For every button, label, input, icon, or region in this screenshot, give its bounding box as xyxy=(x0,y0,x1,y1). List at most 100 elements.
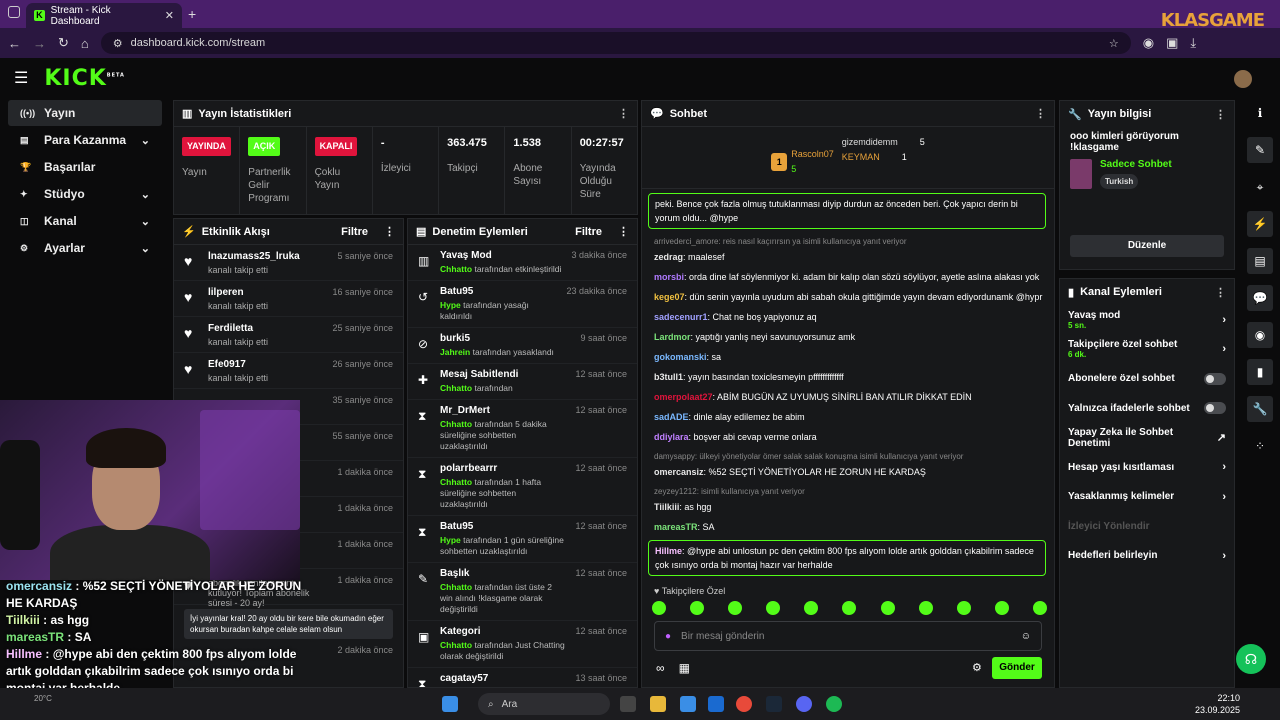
modlog-row[interactable]: ▣ Kategori Chhatto tarafından Just Chattin… xyxy=(408,621,637,668)
chat-input[interactable]: ● Bir mesaj gönderin ☺ xyxy=(654,621,1042,651)
emote-icon[interactable] xyxy=(652,601,666,615)
explorer-icon[interactable] xyxy=(650,696,666,712)
chat-username[interactable]: Lardmor xyxy=(654,332,691,342)
channel-action-row[interactable]: Hedefleri belirleyin › xyxy=(1060,541,1234,571)
modlog-actor[interactable]: Chhatto xyxy=(440,582,472,592)
chat-menu-icon[interactable]: ⋮ xyxy=(1035,107,1046,120)
user-avatar[interactable] xyxy=(1234,70,1252,88)
chevron-right-icon[interactable]: › xyxy=(1222,343,1226,355)
chat-username[interactable]: gokomanski xyxy=(654,352,707,362)
emote-icon[interactable] xyxy=(994,601,1009,615)
chevron-down-icon[interactable]: ⌄ xyxy=(141,134,150,147)
chat-settings-icon[interactable]: ⚙ xyxy=(972,661,982,674)
new-tab-icon[interactable]: + xyxy=(188,6,196,22)
channel-actions-menu-icon[interactable]: ⋮ xyxy=(1215,286,1226,299)
taskbar-clock[interactable]: 22:10 23.09.2025 xyxy=(1195,692,1240,716)
emote-icon[interactable] xyxy=(918,601,933,615)
modlog-row[interactable]: ↺ Batu95 Hype tarafından yasağı kaldırıldı… xyxy=(408,281,637,328)
chat-username[interactable]: zedrag xyxy=(654,252,683,262)
emote-icon[interactable] xyxy=(1032,601,1047,615)
channel-action-row[interactable]: Yapay Zeka ile Sohbet Denetimi ↗ xyxy=(1060,423,1234,453)
reload-icon[interactable]: ↻ xyxy=(58,35,69,51)
chat-username[interactable]: b3tull1 xyxy=(654,372,683,382)
activity-row[interactable]: ♥ lnazumass25_lruka kanalı takip etti 5 san… xyxy=(174,245,403,281)
kick-logo[interactable]: KICKBETA xyxy=(44,66,125,91)
chat-username[interactable]: morsbi xyxy=(654,272,684,282)
toggle-switch[interactable] xyxy=(1204,402,1226,415)
modlog-row[interactable]: ⧗ cagatay574muhammed tarafından 5 dakika … xyxy=(408,668,637,687)
nav-item-5[interactable]: ⚙ Ayarlar ⌄ xyxy=(8,235,162,261)
chat-message[interactable]: mareasTR: SA xyxy=(654,520,1044,534)
modlog-actor[interactable]: Jahrein xyxy=(440,347,470,357)
modlog-row[interactable]: ✎ Başlık Chhatto tarafından üst üste 2 win… xyxy=(408,563,637,621)
log-rail-icon[interactable]: ▤ xyxy=(1247,248,1273,274)
emote-icon[interactable] xyxy=(728,601,743,615)
modlog-actor[interactable]: Chhatto xyxy=(440,640,472,650)
activity-row[interactable]: ♥ Ferdiletta kanalı takip etti 25 saniye ön… xyxy=(174,317,403,353)
hamburger-menu-icon[interactable]: ☰ xyxy=(14,68,28,88)
chevron-right-icon[interactable]: › xyxy=(1222,314,1226,326)
send-button[interactable]: Gönder xyxy=(992,657,1042,679)
actions-rail-icon[interactable]: ▮ xyxy=(1247,359,1273,385)
support-bubble-icon[interactable]: ☊ xyxy=(1236,644,1266,674)
info-icon[interactable]: ℹ xyxy=(1247,100,1273,126)
edit-button[interactable]: Düzenle xyxy=(1070,235,1224,257)
chat-username[interactable]: mareasTR xyxy=(654,522,698,532)
back-icon[interactable]: ← xyxy=(8,36,21,51)
focus-icon[interactable]: ⌖ xyxy=(1247,174,1273,200)
language-tag[interactable]: Turkish xyxy=(1100,174,1139,189)
taskview-icon[interactable] xyxy=(620,696,636,712)
activity-menu-icon[interactable]: ⋮ xyxy=(384,225,395,238)
browser-tab[interactable]: K Stream - Kick Dashboard ✕ xyxy=(26,3,182,28)
chat-message[interactable]: ddiylara: boşver abi cevap verme onlara xyxy=(654,430,1044,444)
extension-icon[interactable]: ◉ xyxy=(1143,35,1154,51)
channel-action-row[interactable]: Abonelere özel sohbet xyxy=(1060,364,1234,394)
edit-icon[interactable]: ✎ xyxy=(1247,137,1273,163)
gifter-row[interactable]: gizemdidemm 5 xyxy=(842,135,925,150)
steam-icon[interactable] xyxy=(766,696,782,712)
emote-icon[interactable] xyxy=(766,601,781,615)
modlog-actor[interactable]: Chhatto xyxy=(440,383,472,393)
close-tab-icon[interactable]: ✕ xyxy=(165,9,174,22)
modlog-filter-button[interactable]: Filtre xyxy=(575,226,602,238)
chevron-right-icon[interactable]: › xyxy=(1222,550,1226,562)
nav-item-4[interactable]: ◫ Kanal ⌄ xyxy=(8,208,162,234)
chat-message[interactable]: omerpolaat27: ABİM BUGÜN AZ UYUMUŞ SİNİR… xyxy=(654,390,1044,404)
chat-message[interactable]: damysappy: ülkeyi yönetiyolar ömer salak… xyxy=(654,450,1044,479)
discord-icon[interactable] xyxy=(796,696,812,712)
modlog-actor[interactable]: Hype xyxy=(440,535,461,545)
forward-icon[interactable]: → xyxy=(33,36,46,51)
emote-icon[interactable] xyxy=(804,601,819,615)
broadcast-rail-icon[interactable]: ◉ xyxy=(1247,322,1273,348)
channel-action-row[interactable]: Yavaş mod 5 sn. › xyxy=(1060,305,1234,335)
modlog-menu-icon[interactable]: ⋮ xyxy=(618,225,629,238)
home-icon[interactable]: ⌂ xyxy=(81,36,89,51)
site-info-icon[interactable]: ⚙ xyxy=(113,37,123,50)
nav-item-2[interactable]: 🏆 Başarılar xyxy=(8,154,162,180)
chat-message[interactable]: Lardmor: yaptığı yanlış neyi savunuyorsu… xyxy=(654,330,1044,344)
stream-info-menu-icon[interactable]: ⋮ xyxy=(1215,108,1226,121)
nav-item-1[interactable]: ▤ Para Kazanma ⌄ xyxy=(8,127,162,153)
store-app-icon[interactable] xyxy=(680,696,696,712)
modlog-row[interactable]: ⧗ Mr_DrMert Chhatto tarafından 5 dakika sü… xyxy=(408,400,637,458)
chat-message[interactable]: morsbi: orda dine laf söylenmiyor ki. ad… xyxy=(654,270,1044,284)
activity-row[interactable]: ♥ lilperen kanalı takip etti 16 saniye önce xyxy=(174,281,403,317)
stats-menu-icon[interactable]: ⋮ xyxy=(618,107,629,120)
modlog-row[interactable]: ⊘ burki5 Jahrein tarafından yasaklandı 9 sa… xyxy=(408,328,637,364)
bookmark-star-icon[interactable]: ☆ xyxy=(1109,37,1119,50)
channel-action-row[interactable]: Takipçilere özel sohbet 6 dk. › xyxy=(1060,335,1234,365)
chat-username[interactable]: Hillme xyxy=(655,546,682,556)
emote-icon[interactable] xyxy=(690,601,705,615)
start-icon[interactable] xyxy=(442,696,458,712)
apps-rail-icon[interactable]: ⁘ xyxy=(1247,433,1273,459)
chat-username[interactable]: omerpolaat27 xyxy=(654,392,713,402)
chat-message[interactable]: sadecenurr1: Chat ne boş yapiyonuz aq xyxy=(654,310,1044,324)
spotify-icon[interactable] xyxy=(826,696,842,712)
nav-item-0[interactable]: ((•)) Yayın xyxy=(8,100,162,126)
modlog-row[interactable]: ⧗ polarrbearrr Chhatto tarafından 1 hafta … xyxy=(408,458,637,516)
category-name[interactable]: Sadece Sohbet xyxy=(1100,159,1172,170)
modlog-actor[interactable]: Chhatto xyxy=(440,477,472,487)
chat-username[interactable]: sadADE xyxy=(654,412,689,422)
address-bar[interactable]: ⚙ dashboard.kick.com/stream ☆ xyxy=(100,32,1131,54)
modlog-row[interactable]: ✚ Mesaj Sabitlendi Chhatto tarafından 12 sa… xyxy=(408,364,637,400)
